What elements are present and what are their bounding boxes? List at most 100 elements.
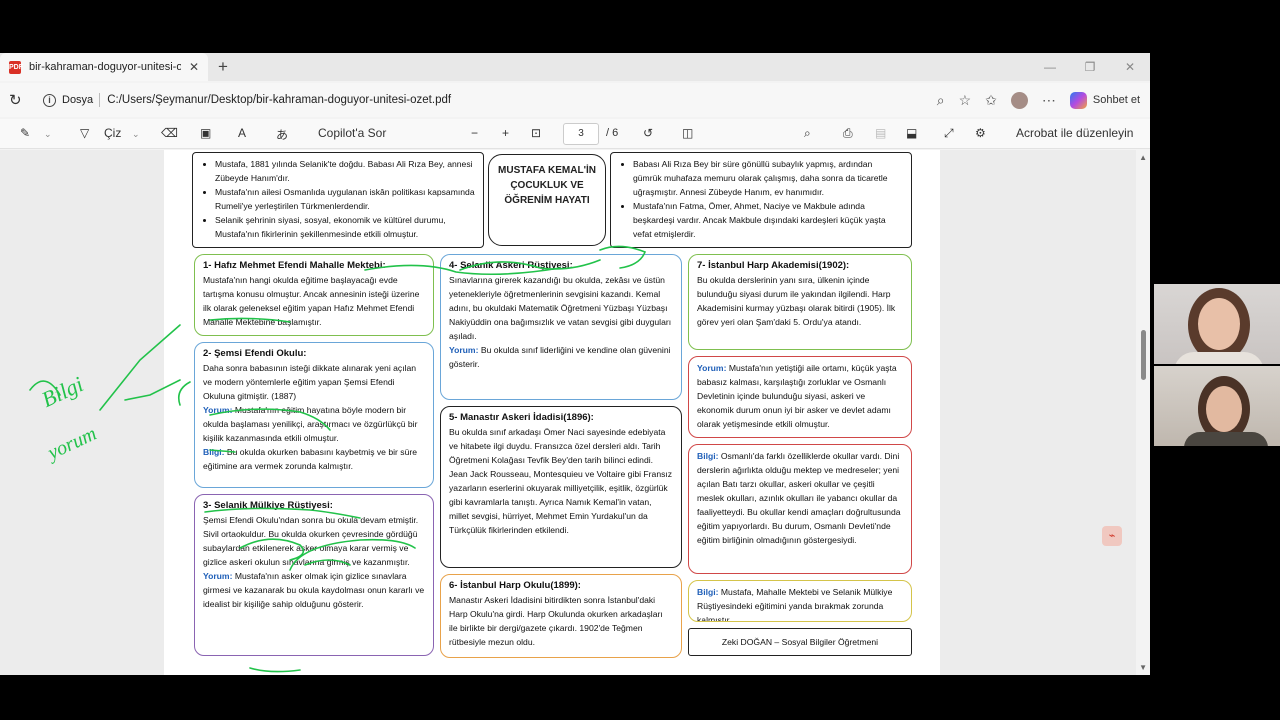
tab-close-icon[interactable]: ✕ bbox=[189, 60, 199, 74]
fullscreen-icon[interactable]: ⤢ bbox=[944, 126, 954, 141]
box-heading: 7- İstanbul Harp Akademisi(1902): bbox=[697, 260, 850, 271]
ink-note-bilgi: Bilgi bbox=[38, 371, 87, 412]
intro-box-right: Babası Ali Rıza Bey bir süre gönüllü sub… bbox=[610, 152, 912, 248]
bilgi-text: Mustafa, Mahalle Mektebi ve Selanik Mülk… bbox=[697, 587, 893, 622]
acrobat-icon[interactable]: ⌁ bbox=[1102, 526, 1122, 546]
yorum-text: Mustafa'nın eğitim hayatına böyle modern… bbox=[203, 405, 418, 443]
yorum-label: Yorum: bbox=[203, 571, 233, 581]
info-icon[interactable]: i bbox=[43, 93, 56, 107]
chevron-down-icon[interactable]: ⌄ bbox=[44, 129, 52, 140]
box-heading: 5- Manastır Askeri İdadisi(1896): bbox=[449, 412, 594, 423]
zoom-out-icon[interactable]: − bbox=[471, 126, 478, 140]
rotate-icon[interactable]: ↺ bbox=[643, 126, 653, 140]
draw-button[interactable]: Çiz bbox=[104, 126, 121, 140]
participant-shirt bbox=[1174, 352, 1264, 364]
eraser-icon[interactable]: ⌫ bbox=[161, 126, 178, 140]
ask-copilot-button[interactable]: Copilot'a Sor bbox=[318, 126, 386, 140]
author-text: Zeki DOĞAN – Sosyal Bilgiler Öğretmeni bbox=[721, 637, 879, 647]
intro-item: Mustafa'nın Fatma, Ömer, Ahmet, Naciye v… bbox=[633, 199, 903, 241]
scroll-down-icon[interactable]: ▼ bbox=[1139, 663, 1147, 672]
search-icon[interactable]: ⌕ bbox=[804, 126, 811, 141]
box-heading: 2- Şemsi Efendi Okulu: bbox=[203, 348, 307, 359]
school-box-2: 2- Şemsi Efendi Okulu: Daha sonra babası… bbox=[194, 342, 434, 488]
school-box-3: 3- Selanik Mülkiye Rüştiyesi: Şemsi Efen… bbox=[194, 494, 434, 656]
translate-icon[interactable]: あ bbox=[276, 126, 288, 143]
bilgi-text: Osmanlı'da farklı özelliklerde okullar v… bbox=[697, 451, 901, 545]
divider bbox=[99, 93, 101, 107]
participant-face bbox=[1198, 298, 1240, 350]
intro-item: Mustafa, 1881 yılında Selanik'te doğdu. … bbox=[215, 157, 475, 185]
scroll-thumb[interactable] bbox=[1141, 330, 1146, 380]
page-view-icon[interactable]: ◫ bbox=[682, 126, 693, 140]
page-title: MUSTAFA KEMAL'İN ÇOCUKLUK VE ÖĞRENİM HAY… bbox=[488, 154, 606, 246]
bilgi-label: Bilgi: bbox=[697, 451, 719, 461]
box-heading: 1- Hafız Mehmet Efendi Mahalle Mektebi: bbox=[203, 260, 386, 271]
scroll-up-icon[interactable]: ▲ bbox=[1139, 153, 1147, 162]
participant-face bbox=[1206, 386, 1242, 432]
address-actions: ⌕ ☆ ✩ ⋯ Sohbet et bbox=[937, 89, 1140, 111]
box-text: Sınavlarına girerek kazandığı bu okulda,… bbox=[449, 275, 672, 341]
save-icon[interactable]: ▤ bbox=[875, 126, 886, 140]
acrobat-edit-button[interactable]: Acrobat ile düzenleyin bbox=[1016, 126, 1133, 140]
close-window-button[interactable]: ✕ bbox=[1110, 53, 1150, 81]
pdf-toolbar: ✎ ⌄ ▽ Çiz ⌄ ⌫ ▣ A あ Copilot'a Sor − + ⊡ … bbox=[0, 119, 1150, 149]
bilgi-label: Bilgi: bbox=[697, 587, 719, 597]
reload-icon[interactable]: ↻ bbox=[9, 91, 22, 109]
minimize-button[interactable]: — bbox=[1030, 53, 1070, 81]
profile-avatar[interactable] bbox=[1010, 91, 1028, 109]
browser-window: PDF bir-kahraman-doguyor-unitesi-o ✕ + —… bbox=[0, 53, 1150, 675]
yorum-label: Yorum: bbox=[203, 405, 233, 415]
fit-page-icon[interactable]: ⊡ bbox=[531, 126, 541, 140]
page-total: / 6 bbox=[606, 127, 619, 139]
text-box-icon[interactable]: ▣ bbox=[200, 126, 211, 140]
bilgi-box-small: Bilgi: Mustafa, Mahalle Mektebi ve Selan… bbox=[688, 580, 912, 622]
pdf-page: Mustafa, 1881 yılında Selanik'te doğdu. … bbox=[164, 150, 940, 675]
page-number-input[interactable]: 3 bbox=[563, 123, 599, 145]
school-box-5: 5- Manastır Askeri İdadisi(1896): Bu oku… bbox=[440, 406, 682, 568]
window-controls: — ❐ ✕ bbox=[1030, 53, 1150, 81]
zoom-in-icon[interactable]: + bbox=[502, 126, 509, 140]
zoom-icon[interactable]: ⌕ bbox=[937, 92, 945, 109]
url-text[interactable]: C:/Users/Şeymanur/Desktop/bir-kahraman-d… bbox=[107, 94, 451, 106]
settings-gear-icon[interactable]: ⚙ bbox=[975, 126, 986, 140]
box-heading: 3- Selanik Mülkiye Rüştiyesi: bbox=[203, 500, 333, 511]
box-text: Daha sonra babasının isteği dikkate alın… bbox=[203, 363, 417, 401]
yorum-text: Mustafa'nın yetiştiği aile ortamı, küçük… bbox=[697, 363, 897, 429]
video-tile-1 bbox=[1154, 284, 1280, 364]
bilgi-label: Bilgi: bbox=[203, 447, 225, 457]
favorite-star-icon[interactable]: ☆ bbox=[959, 92, 972, 109]
draw-icon[interactable]: ▽ bbox=[80, 126, 89, 140]
box-heading: 6- İstanbul Harp Okulu(1899): bbox=[449, 580, 581, 591]
ink-note-yorum: yorum bbox=[43, 423, 100, 465]
pdf-viewer[interactable]: Mustafa, 1881 yılında Selanik'te doğdu. … bbox=[0, 150, 1150, 675]
highlight-icon[interactable]: ✎ bbox=[20, 126, 30, 140]
intro-item: Selanik şehrinin siyasi, sosyal, ekonomi… bbox=[215, 213, 475, 241]
chat-button[interactable]: Sohbet et bbox=[1093, 94, 1140, 106]
video-tile-2 bbox=[1154, 366, 1280, 446]
chevron-down-icon[interactable]: ⌄ bbox=[132, 129, 140, 140]
scrollbar[interactable]: ▲ ▼ bbox=[1136, 150, 1150, 675]
school-box-7: 7- İstanbul Harp Akademisi(1902): Bu oku… bbox=[688, 254, 912, 350]
favorites-icon[interactable]: ✩ bbox=[985, 92, 997, 109]
pdf-file-icon: PDF bbox=[9, 60, 23, 74]
more-menu-icon[interactable]: ⋯ bbox=[1042, 92, 1056, 109]
print-icon[interactable]: ⎙ bbox=[843, 126, 853, 141]
school-box-6: 6- İstanbul Harp Okulu(1899): Manastır A… bbox=[440, 574, 682, 658]
school-box-4: 4- Selanik Askeri Rüştiyesi: Sınavlarına… bbox=[440, 254, 682, 400]
scheme-label: Dosya bbox=[62, 94, 94, 106]
restore-button[interactable]: ❐ bbox=[1070, 53, 1110, 81]
box-heading: 4- Selanik Askeri Rüştiyesi: bbox=[449, 260, 573, 271]
new-tab-button[interactable]: + bbox=[218, 57, 228, 77]
copilot-icon[interactable] bbox=[1069, 91, 1087, 109]
bilgi-text: Bu okulda okurken babasını kaybetmiş ve … bbox=[203, 447, 417, 471]
yorum-text: Mustafa'nın asker olmak için gizlice sın… bbox=[203, 571, 425, 609]
box-text: Mustafa'nın hangi okulda eğitime başlaya… bbox=[203, 275, 420, 327]
save-as-icon[interactable]: ⬓ bbox=[906, 126, 917, 140]
box-text: Manastır Askeri İdadisini bitirdikten so… bbox=[449, 595, 663, 647]
box-text: Şemsi Efendi Okulu'ndan sonra bu okula d… bbox=[203, 515, 419, 567]
tab-pdf[interactable]: PDF bir-kahraman-doguyor-unitesi-o ✕ bbox=[0, 53, 208, 81]
intro-item: Mustafa'nın ailesi Osmanlıda uygulanan i… bbox=[215, 185, 475, 213]
omnibox[interactable]: i Dosya C:/Users/Şeymanur/Desktop/bir-ka… bbox=[37, 87, 964, 113]
participant-shirt bbox=[1184, 432, 1268, 446]
read-aloud-icon[interactable]: A bbox=[238, 126, 246, 140]
